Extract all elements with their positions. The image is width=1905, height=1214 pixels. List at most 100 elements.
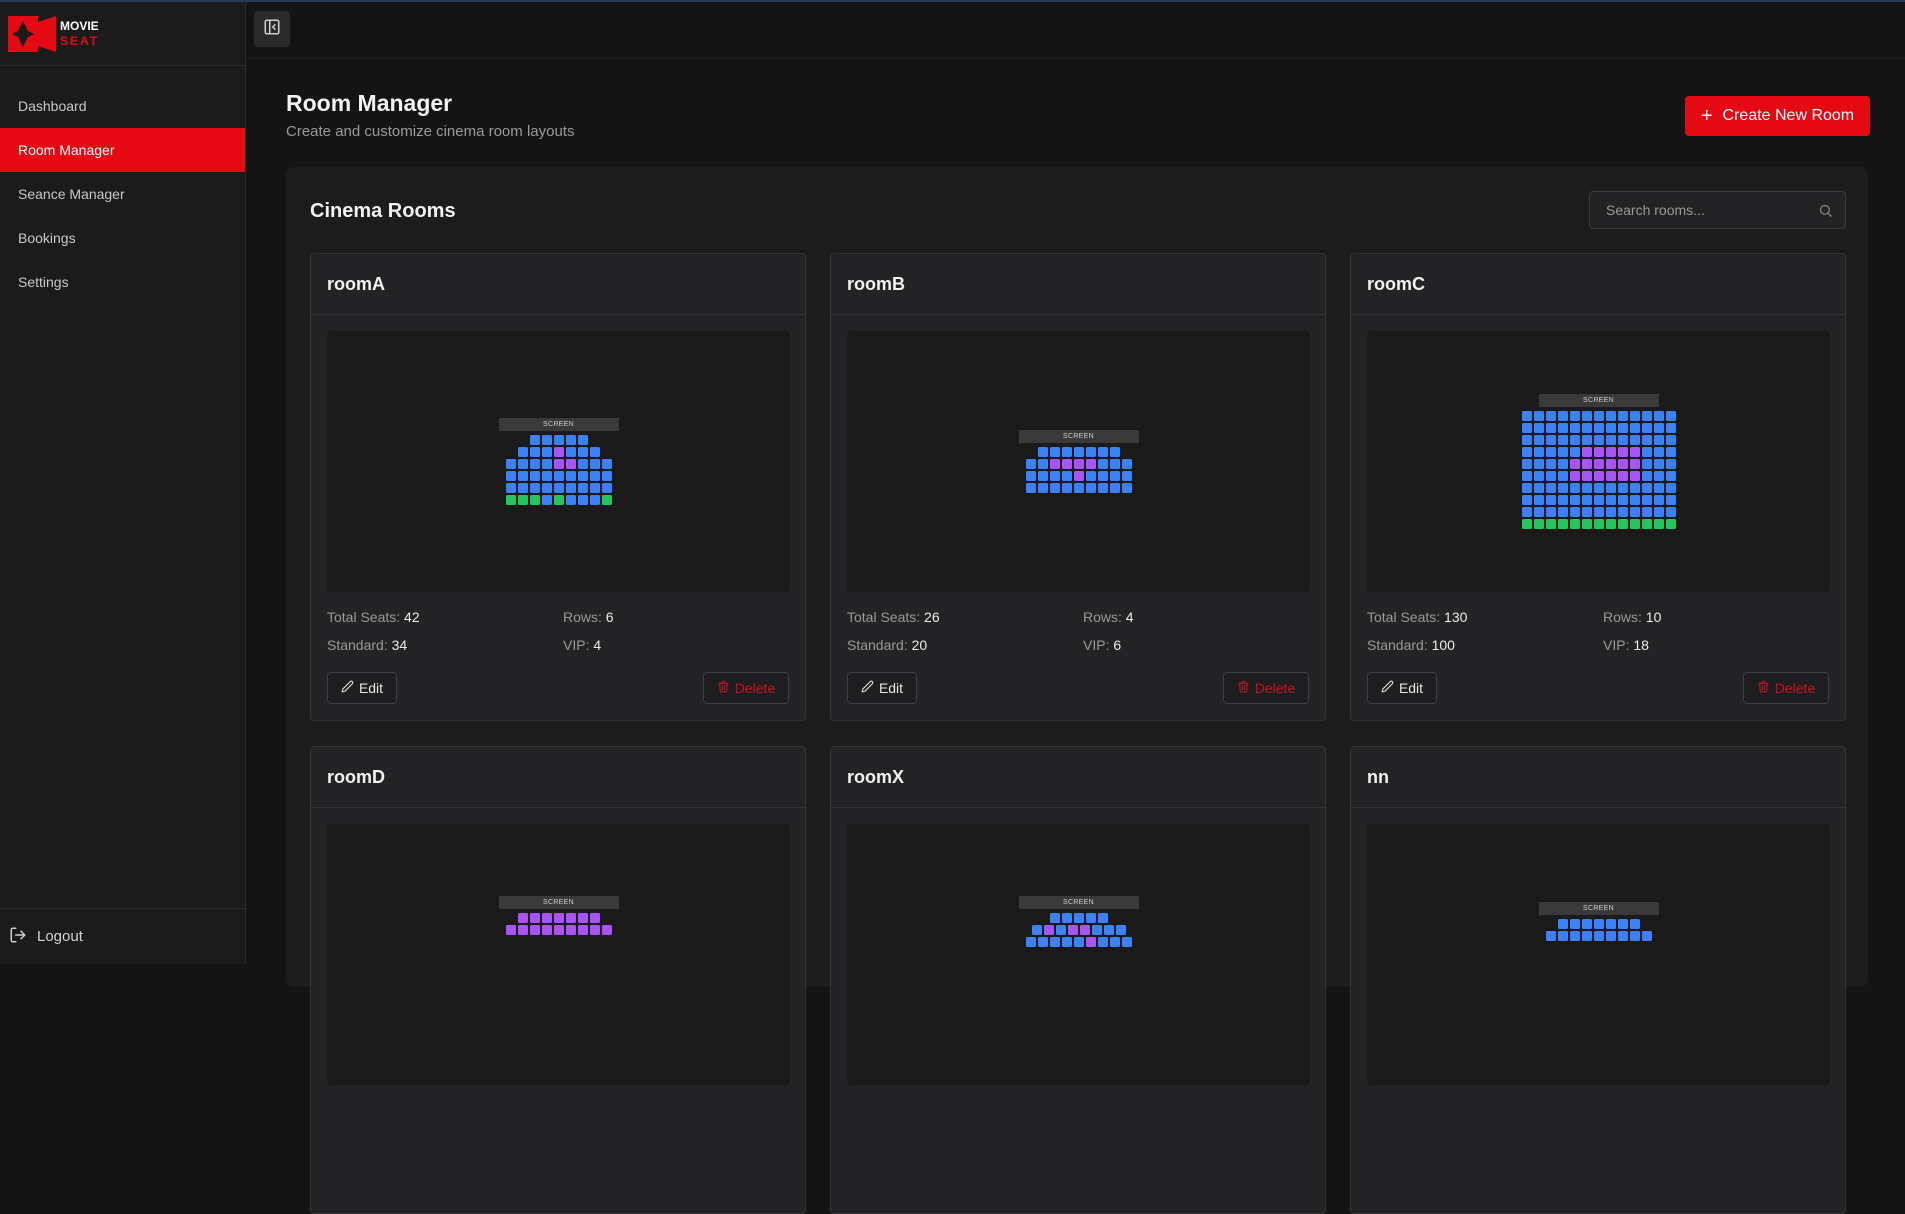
delete-room-button[interactable]: Delete (1743, 672, 1829, 704)
standard-seat (1581, 422, 1592, 433)
total-seats-label: Total Seats: (327, 609, 401, 625)
logout-icon (9, 926, 37, 948)
standard-seat (529, 446, 540, 457)
delete-room-button[interactable]: Delete (703, 672, 789, 704)
screen-label: SCREEN (1538, 393, 1659, 407)
seat-row (1025, 470, 1133, 482)
sidebar-item-bookings[interactable]: Bookings (0, 216, 245, 260)
sidebar-item-dashboard[interactable]: Dashboard (0, 84, 245, 128)
vip-seat (1085, 458, 1096, 469)
seat-map: SCREEN (1367, 331, 1830, 592)
vip-seat (601, 925, 612, 935)
standard-seat (1557, 422, 1568, 433)
standard-seat (1629, 919, 1640, 929)
vip-seat (529, 925, 540, 935)
seat-row (505, 470, 613, 482)
rows-stat: Rows: 4 (1083, 609, 1134, 625)
standard-seat (1653, 482, 1664, 493)
standard-seat (1605, 422, 1616, 433)
standard-seat (577, 470, 588, 481)
standard-seat (1569, 482, 1580, 493)
standard-seat (1121, 470, 1132, 481)
sidebar-toggle-button[interactable] (254, 11, 290, 47)
standard-seat (1617, 434, 1628, 445)
empty-seat (1020, 925, 1030, 935)
brand-line-1: MOVIE (60, 18, 99, 33)
standard-seat (1605, 494, 1616, 505)
standard-seat (1605, 506, 1616, 517)
pencil-icon (861, 680, 879, 696)
standard-seat (1073, 482, 1084, 493)
standard-seat (1617, 506, 1628, 517)
room-name: roomC (1351, 254, 1845, 315)
empty-seat (602, 435, 612, 445)
trash-icon (717, 680, 735, 696)
search-input[interactable] (1606, 202, 1806, 218)
logo-icon (8, 15, 56, 52)
vip-seat (589, 913, 600, 923)
standard-seat (1629, 506, 1640, 517)
standard-seat (1037, 482, 1048, 493)
standard-seat (1569, 919, 1580, 929)
standard-seat (1617, 422, 1628, 433)
standard-seat (577, 458, 588, 469)
room-layout-preview: SCREEN (847, 331, 1310, 592)
room-card: nn SCREEN (1350, 746, 1846, 1214)
accessible-seat (1557, 518, 1568, 529)
edit-room-button[interactable]: Edit (1367, 672, 1437, 704)
standard-seat (1061, 482, 1072, 493)
standard-seat (1061, 470, 1072, 481)
standard-seat (1533, 470, 1544, 481)
standard-seat (1545, 434, 1556, 445)
standard-seat (1545, 494, 1556, 505)
room-name: roomD (311, 747, 805, 808)
accessible-seat (1521, 518, 1532, 529)
standard-seat (1605, 410, 1616, 421)
edit-room-button[interactable]: Edit (847, 672, 917, 704)
sidebar-item-seance-manager[interactable]: Seance Manager (0, 172, 245, 216)
logout-button[interactable]: Logout (0, 908, 245, 964)
seat-row (505, 482, 613, 494)
standard-seat (1641, 422, 1652, 433)
standard-seat (589, 470, 600, 481)
standard-seat (529, 470, 540, 481)
standard-stat: Standard: 34 (327, 637, 407, 653)
standard-seat (505, 482, 516, 493)
delete-room-button[interactable]: Delete (1223, 672, 1309, 704)
standard-seat (1109, 458, 1120, 469)
standard-seat (1557, 470, 1568, 481)
standard-seat (1097, 458, 1108, 469)
seat-row (1019, 924, 1139, 936)
total-seats-value: 130 (1444, 609, 1468, 625)
brand[interactable]: MOVIE SEAT (0, 2, 245, 66)
standard-seat (1097, 470, 1108, 481)
create-room-button[interactable]: + Create New Room (1685, 96, 1870, 136)
edit-room-button[interactable]: Edit (327, 672, 397, 704)
seat-row (1521, 434, 1677, 446)
search-icon[interactable] (1818, 203, 1833, 223)
standard-seat (1049, 446, 1060, 457)
sidebar-item-room-manager[interactable]: Room Manager (0, 128, 245, 172)
room-name: roomA (311, 254, 805, 315)
total-seats-stat: Total Seats: 130 (1367, 609, 1467, 625)
screen-label: SCREEN (498, 417, 619, 431)
standard-seat (529, 434, 540, 445)
accessible-seat (1641, 518, 1652, 529)
accessible-seat (601, 494, 612, 505)
standard-seat (1533, 434, 1544, 445)
standard-seat (1665, 434, 1676, 445)
standard-seat (1665, 494, 1676, 505)
rows-stat: Rows: 6 (563, 609, 614, 625)
seat-row (1521, 422, 1677, 434)
standard-seat (1061, 446, 1072, 457)
standard-label: Standard: (847, 637, 908, 653)
standard-value: 20 (911, 637, 928, 653)
standard-seat (1557, 482, 1568, 493)
empty-seat (1122, 913, 1132, 923)
seat-row (505, 924, 613, 936)
standard-seat (1593, 434, 1604, 445)
empty-seat (506, 447, 516, 457)
sidebar-item-settings[interactable]: Settings (0, 260, 245, 304)
empty-seat (518, 435, 528, 445)
pencil-icon (1381, 680, 1399, 696)
